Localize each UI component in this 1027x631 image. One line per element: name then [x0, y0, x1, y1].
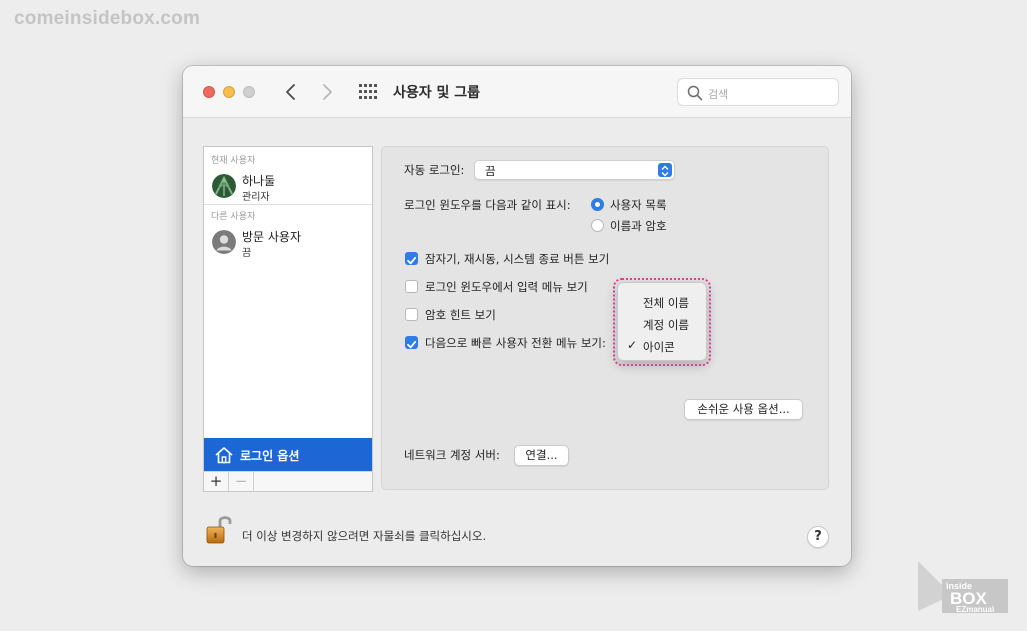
site-watermark: comeinsidebox.com — [14, 8, 201, 29]
leaf-avatar-icon — [212, 174, 236, 198]
minimize-window-button[interactable] — [223, 86, 235, 98]
login-options-item[interactable]: 로그인 옵션 — [204, 438, 372, 472]
house-icon — [215, 447, 233, 464]
accessibility-options-button[interactable]: 손쉬운 사용 옵션... — [684, 399, 803, 420]
login-options-label: 로그인 옵션 — [240, 449, 300, 463]
chevron-right-icon — [323, 84, 332, 100]
lock-button[interactable] — [203, 512, 237, 546]
checkbox-sleep-restart[interactable] — [405, 252, 418, 265]
user-list: 현재 사용자 하나둘 관리자 다른 사용자 방문 사용자 끔 로그인 옵션 — [203, 146, 373, 492]
forward-button[interactable] — [317, 82, 337, 102]
user-row-guest[interactable]: 방문 사용자 끔 — [204, 225, 372, 259]
user-list-controls: + − — [203, 471, 373, 492]
current-user-role: 관리자 — [242, 192, 270, 203]
title-bar: 사용자 및 그룹 검색 — [183, 66, 851, 118]
current-user-name: 하나둘 — [242, 174, 276, 188]
fast-user-switch-label: 다음으로 빠른 사용자 전환 메뉴 보기: — [425, 336, 606, 350]
checkbox-password-hint[interactable] — [405, 308, 418, 321]
unlocked-padlock-icon — [206, 516, 232, 544]
other-users-label: 다른 사용자 — [211, 212, 256, 222]
network-server-label: 네트워크 계정 서버: — [404, 448, 500, 462]
back-button[interactable] — [281, 82, 301, 102]
auto-login-label: 자동 로그인: — [404, 163, 465, 177]
input-menu-label: 로그인 윈도우에서 입력 메뉴 보기 — [425, 280, 588, 294]
display-as-label: 로그인 윈도우를 다음과 같이 표시: — [404, 198, 571, 212]
grid-icon — [359, 84, 377, 99]
user-row-current[interactable]: 하나둘 관리자 — [204, 169, 372, 203]
join-button[interactable]: 연결... — [514, 445, 569, 466]
search-field[interactable]: 검색 — [677, 78, 839, 106]
radio-name-password-label: 이름과 암호 — [610, 219, 667, 233]
checkmark-icon — [407, 340, 417, 349]
password-hint-label: 암호 힌트 보기 — [425, 308, 496, 322]
insidebox-logo: inside BOX EZmanual — [916, 555, 1012, 617]
radio-user-list[interactable] — [591, 198, 604, 211]
search-icon — [687, 85, 703, 101]
checkbox-input-menu[interactable] — [405, 280, 418, 293]
chevron-left-icon — [286, 84, 295, 100]
auto-login-value: 끔 — [485, 164, 496, 178]
system-preferences-window: 사용자 및 그룹 검색 현재 사용자 하나둘 관리자 다른 사용자 방문 사용자… — [183, 66, 851, 566]
logo-text-ezmanual: EZmanual — [956, 605, 994, 614]
checkmark-icon — [407, 256, 417, 265]
login-options-panel: 자동 로그인: 끔 로그인 윈도우를 다음과 같이 표시: 사용자 목록 이름과… — [381, 146, 829, 490]
help-button[interactable]: ? — [807, 526, 829, 548]
up-down-arrows-icon — [658, 163, 672, 177]
guest-user-status: 끔 — [242, 248, 252, 259]
auto-login-popup[interactable]: 끔 — [474, 160, 675, 180]
current-users-label: 현재 사용자 — [211, 156, 256, 166]
guest-user-name: 방문 사용자 — [242, 230, 302, 244]
sleep-restart-label: 잠자기, 재시동, 시스템 종료 버튼 보기 — [425, 252, 610, 266]
highlight-annotation — [613, 278, 711, 366]
remove-user-button[interactable]: − — [229, 472, 254, 491]
window-title: 사용자 및 그룹 — [393, 85, 481, 101]
guest-avatar-icon — [212, 230, 236, 254]
zoom-window-button[interactable] — [243, 86, 255, 98]
radio-name-password[interactable] — [591, 219, 604, 232]
radio-user-list-label: 사용자 목록 — [610, 198, 667, 212]
close-window-button[interactable] — [203, 86, 215, 98]
add-user-button[interactable]: + — [204, 472, 229, 491]
show-all-button[interactable] — [358, 83, 378, 101]
checkbox-fast-user-switch[interactable] — [405, 336, 418, 349]
search-placeholder: 검색 — [708, 88, 729, 101]
list-divider — [204, 204, 372, 205]
lock-instruction-text: 더 이상 변경하지 않으려면 자물쇠를 클릭하십시오. — [242, 529, 487, 543]
